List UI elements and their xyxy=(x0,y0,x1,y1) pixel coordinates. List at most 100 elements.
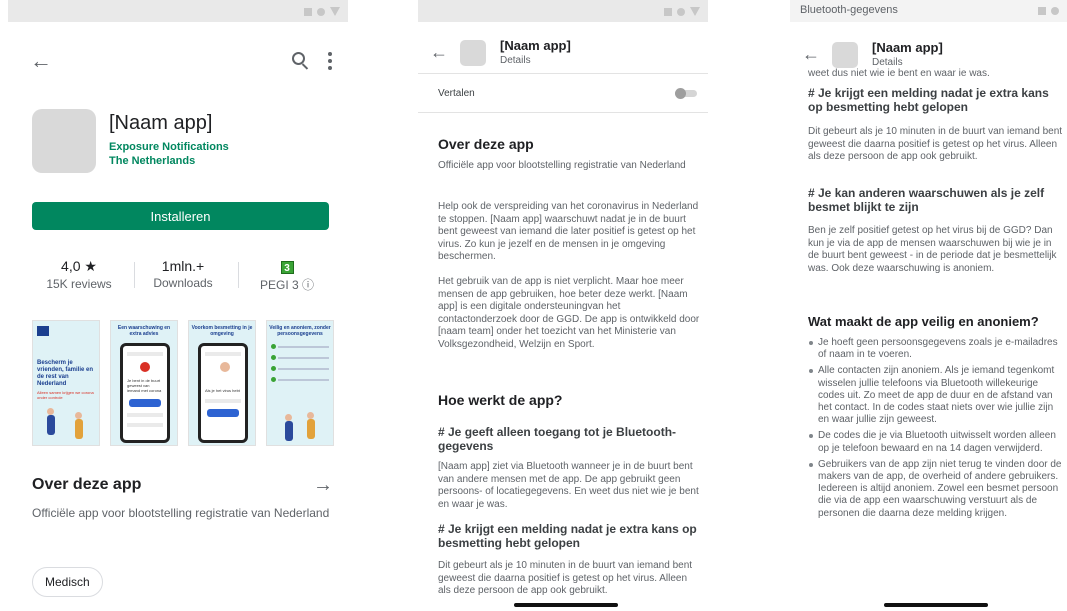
person-illustration-icon xyxy=(307,419,315,439)
screenshot-subcaption: Je bent in de buurt geweest van iemand m… xyxy=(127,378,162,393)
check-icon xyxy=(271,366,276,371)
stats-row: 4,0 ★ 15K reviews 1mln.+ Downloads 3 PEG… xyxy=(32,258,332,294)
screenshot-caption: Bescherm je vrienden, familie en de rest… xyxy=(37,360,94,387)
list-item: Je hoeft geen persoonsgegevens zoals je … xyxy=(808,337,1063,361)
search-icon[interactable] xyxy=(292,52,310,70)
developer-name[interactable]: Exposure Notifications The Netherlands xyxy=(109,140,229,168)
home-indicator[interactable] xyxy=(514,603,618,607)
alert-icon xyxy=(140,362,150,372)
cut-off-line: weet dus niet wie je bent en waar je was… xyxy=(808,68,990,76)
person-illustration-icon xyxy=(47,415,55,435)
rating-value: 4,0 ★ xyxy=(61,258,97,274)
back-arrow-icon[interactable]: ← xyxy=(430,43,448,61)
forward-arrow-icon[interactable]: → xyxy=(313,474,333,497)
screenshot-4[interactable]: Veilig en anoniem, zonder persoonsgegeve… xyxy=(266,320,334,446)
signal-icon xyxy=(1038,7,1046,15)
wifi-icon xyxy=(317,7,325,16)
status-icons xyxy=(1038,7,1059,15)
status-bar xyxy=(418,0,708,22)
downloads-value: 1mln.+ xyxy=(161,258,205,274)
melding-heading: # Je krijgt een melding nadat je extra k… xyxy=(808,86,1049,114)
category-chip[interactable]: Medisch xyxy=(32,567,103,597)
wifi-icon xyxy=(677,7,685,16)
pegi-stat[interactable]: 3 PEGI 3 ⓘ xyxy=(242,258,332,293)
person-head-icon xyxy=(47,408,54,415)
toggle-icon xyxy=(675,88,686,99)
rating-stat[interactable]: 4,0 ★ 15K reviews xyxy=(34,258,124,291)
pegi-rating-icon: 3 xyxy=(280,261,294,274)
screenshot-carousel[interactable]: Bescherm je vrienden, familie en de rest… xyxy=(32,320,337,446)
melding-heading: # Je krijgt een melding nadat je extra k… xyxy=(438,522,697,550)
how-heading: Hoe werkt de app? xyxy=(438,392,563,408)
status-bar xyxy=(8,0,348,22)
screenshot-3[interactable]: Voorkom besmetting in je omgeving Als je… xyxy=(188,320,256,446)
header-title: [Naam app] xyxy=(500,38,571,53)
government-logo-icon xyxy=(37,326,49,336)
safety-heading: Wat maakt de app veilig en anoniem? xyxy=(808,314,1039,329)
melding-paragraph: Dit gebeurt als je 10 minuten in de buur… xyxy=(808,126,1063,162)
divider xyxy=(238,262,239,288)
more-vert-icon[interactable] xyxy=(328,52,332,70)
header-title: [Naam app] xyxy=(872,40,943,55)
downloads-label: Downloads xyxy=(153,276,213,290)
waarschuwen-heading: # Je kan anderen waarschuwen als je zelf… xyxy=(808,186,1045,214)
about-heading: Over deze app xyxy=(438,136,534,152)
screenshot-caption: Voorkom besmetting in je omgeving xyxy=(191,325,253,337)
signal-icon xyxy=(664,7,672,16)
signal-icon xyxy=(304,7,312,16)
screenshot-subcaption: Als je het virus hebt xyxy=(205,388,240,393)
details-screen: ← [Naam app] Details Vertalen Over deze … xyxy=(418,0,708,611)
screenshot-1[interactable]: Bescherm je vrienden, familie en de rest… xyxy=(32,320,100,446)
person-illustration-icon xyxy=(285,421,293,441)
developer-line-2: The Netherlands xyxy=(109,155,196,167)
person-head-icon xyxy=(75,412,82,419)
install-button[interactable]: Installeren xyxy=(32,202,329,230)
safety-list: Je hoeft geen persoonsgegevens zoals je … xyxy=(808,337,1063,524)
screenshot-subcaption: Alleen samen krijgen we corona onder con… xyxy=(37,390,94,400)
store-listing-screen: ← [Naam app] Exposure Notifications The … xyxy=(8,0,348,611)
app-icon xyxy=(460,40,486,66)
wifi-icon xyxy=(1051,7,1059,15)
top-actions xyxy=(292,52,332,70)
status-icons xyxy=(664,7,700,16)
about-lead: Officiële app voor blootstelling registr… xyxy=(438,160,686,171)
scrolled-heading-fragment: Bluetooth-gegevens xyxy=(800,4,898,16)
pegi-label: PEGI 3 ⓘ xyxy=(259,278,315,292)
status-icons xyxy=(304,7,340,16)
developer-line-1: Exposure Notifications xyxy=(109,141,229,153)
screenshot-caption: Veilig en anoniem, zonder persoonsgegeve… xyxy=(269,325,331,337)
waarschuwen-paragraph: Ben je zelf positief getest op het virus… xyxy=(808,225,1057,274)
bluetooth-heading: # Je geeft alleen toegang tot je Bluetoo… xyxy=(438,425,677,453)
translate-toggle[interactable] xyxy=(675,88,697,99)
about-heading[interactable]: Over deze app xyxy=(32,476,141,494)
list-item: Alle contacten zijn anoniem. Als je iema… xyxy=(808,365,1063,426)
divider xyxy=(418,112,708,113)
phone-mockup: Als je het virus hebt xyxy=(198,343,248,443)
screenshot-2[interactable]: Een waarschuwing en extra advies Je bent… xyxy=(110,320,178,446)
person-illustration-icon xyxy=(75,419,83,439)
about-description: Officiële app voor blootstelling registr… xyxy=(32,506,330,520)
app-title: [Naam app] xyxy=(109,112,213,134)
list-item: De codes die je via Bluetooth uitwisselt… xyxy=(808,430,1063,454)
details-header: ← [Naam app] Details xyxy=(418,28,708,78)
phone-mockup: Je bent in de buurt geweest van iemand m… xyxy=(120,343,170,443)
divider xyxy=(418,73,708,74)
back-arrow-icon[interactable]: ← xyxy=(802,45,820,63)
battery-icon xyxy=(690,7,700,16)
melding-paragraph: Dit gebeurt als je 10 minuten in de buur… xyxy=(438,560,693,596)
downloads-stat: 1mln.+ Downloads xyxy=(138,258,228,290)
check-icon xyxy=(271,377,276,382)
details-scrolled-screen: Bluetooth-gegevens ← [Naam app] Details … xyxy=(790,0,1067,611)
person-head-icon xyxy=(285,414,292,421)
check-icon xyxy=(271,344,276,349)
translate-label: Vertalen xyxy=(438,88,475,99)
home-indicator[interactable] xyxy=(884,603,988,607)
doctor-illustration-icon xyxy=(220,362,230,372)
back-arrow-icon[interactable]: ← xyxy=(30,50,52,72)
app-icon xyxy=(32,109,96,173)
status-bar: Bluetooth-gegevens xyxy=(790,0,1067,22)
app-icon xyxy=(832,42,858,68)
bluetooth-paragraph: [Naam app] ziet via Bluetooth wanneer je… xyxy=(438,461,699,510)
header-subtitle: Details xyxy=(500,55,531,66)
battery-icon xyxy=(330,7,340,16)
